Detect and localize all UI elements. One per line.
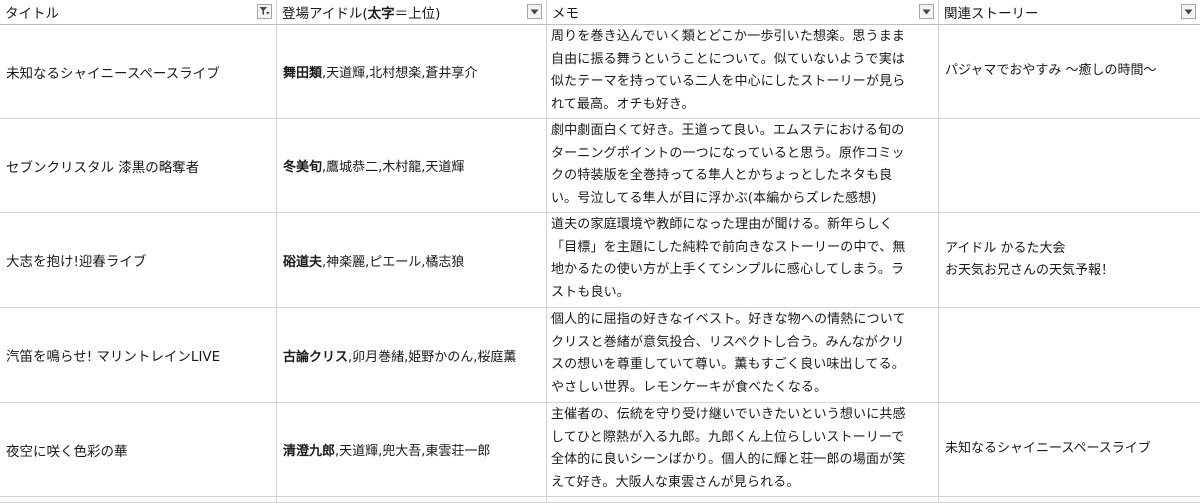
cell-related[interactable] xyxy=(939,308,1200,403)
table-row xyxy=(0,497,1200,503)
header-related-label: 関連ストーリー xyxy=(944,6,1039,22)
cell-memo[interactable]: 劇中劇面白くて好き。王道って良い。エムステにおける旬の ターニングポイントの一つに… xyxy=(547,119,939,213)
cell-idols[interactable]: 清澄九郎,天道輝,兜大吾,東雲荘一郎 xyxy=(277,403,547,497)
cell-idols[interactable]: 硲道夫,神楽麗,ピエール,橘志狼 xyxy=(277,213,547,308)
cell-idols[interactable]: 古論クリス,卯月巻緒,姫野かのん,桜庭薫 xyxy=(277,308,547,403)
filter-active-icon[interactable] xyxy=(257,4,272,19)
cell-related[interactable]: 未知なるシャイニースペースライブ xyxy=(939,403,1200,497)
dropdown-arrow-icon[interactable] xyxy=(919,4,934,19)
header-title-label: タイトル xyxy=(5,6,59,22)
cell-title[interactable]: 未知なるシャイニースペースライブ xyxy=(0,25,277,119)
cell-title[interactable]: 大志を抱け!迎春ライブ xyxy=(0,213,277,308)
header-memo[interactable]: メモ xyxy=(547,0,939,25)
cell-memo[interactable]: 主催者の、伝統を守り受け継いでいきたいという想いに共感 してひと際熱が入る九郎。九… xyxy=(547,403,939,497)
cell-title[interactable]: セブンクリスタル 漆黒の略奪者 xyxy=(0,119,277,213)
lead-idol: 冬美旬 xyxy=(283,160,323,175)
header-related[interactable]: 関連ストーリー xyxy=(939,0,1200,25)
header-idols-label: 登場アイドル(太字＝上位) xyxy=(282,6,441,22)
spreadsheet: タイトル 登場アイドル(太字＝上位) メモ 関連ストーリー 未知なるシャイニース… xyxy=(0,0,1200,503)
cell-title[interactable]: 汽笛を鳴らせ! マリントレインLIVE xyxy=(0,308,277,403)
header-title[interactable]: タイトル xyxy=(0,0,277,25)
table-row: セブンクリスタル 漆黒の略奪者 冬美旬,鷹城恭二,木村龍,天道輝 劇中劇面白くて… xyxy=(0,119,1200,213)
table-row: 大志を抱け!迎春ライブ 硲道夫,神楽麗,ピエール,橘志狼 道夫の家庭環境や教師に… xyxy=(0,213,1200,308)
cell-related[interactable] xyxy=(939,119,1200,213)
lead-idol: 舞田類 xyxy=(283,66,323,81)
dropdown-arrow-icon[interactable] xyxy=(1181,4,1196,19)
table-row: 夜空に咲く色彩の華 清澄九郎,天道輝,兜大吾,東雲荘一郎 主催者の、伝統を守り受… xyxy=(0,403,1200,497)
header-row: タイトル 登場アイドル(太字＝上位) メモ 関連ストーリー xyxy=(0,0,1200,25)
cell-idols[interactable] xyxy=(277,497,547,503)
cell-memo[interactable]: 周りを巻き込んでいく類とどこか一歩引いた想楽。思うまま 自由に振る舞うということに… xyxy=(547,25,939,119)
cell-idols[interactable]: 冬美旬,鷹城恭二,木村龍,天道輝 xyxy=(277,119,547,213)
header-memo-label: メモ xyxy=(552,6,579,22)
cell-related[interactable]: パジャマでおやすみ 〜癒しの時間〜 xyxy=(939,25,1200,119)
table-row: 汽笛を鳴らせ! マリントレインLIVE 古論クリス,卯月巻緒,姫野かのん,桜庭薫… xyxy=(0,308,1200,403)
cell-memo[interactable]: 個人的に屈指の好きなイベスト。好きな物への情熱について クリスと巻緒が意気投合、リ… xyxy=(547,308,939,403)
table-row: 未知なるシャイニースペースライブ 舞田類,天道輝,北村想楽,蒼井享介 周りを巻き… xyxy=(0,25,1200,119)
dropdown-arrow-icon[interactable] xyxy=(527,4,542,19)
cell-memo[interactable] xyxy=(547,497,939,503)
cell-idols[interactable]: 舞田類,天道輝,北村想楽,蒼井享介 xyxy=(277,25,547,119)
cell-related[interactable] xyxy=(939,497,1200,503)
header-idols[interactable]: 登場アイドル(太字＝上位) xyxy=(277,0,547,25)
lead-idol: 古論クリス xyxy=(283,349,349,365)
cell-memo[interactable]: 道夫の家庭環境や教師になった理由が聞ける。新年らしく 「目標」を主題にした純粋で前… xyxy=(547,213,939,308)
lead-idol: 清澄九郎 xyxy=(283,444,336,459)
lead-idol: 硲道夫 xyxy=(283,254,323,270)
cell-title[interactable] xyxy=(0,497,277,503)
cell-related[interactable]: アイドル かるた大会 お天気お兄さんの天気予報！ xyxy=(939,213,1200,308)
cell-title[interactable]: 夜空に咲く色彩の華 xyxy=(0,403,277,497)
